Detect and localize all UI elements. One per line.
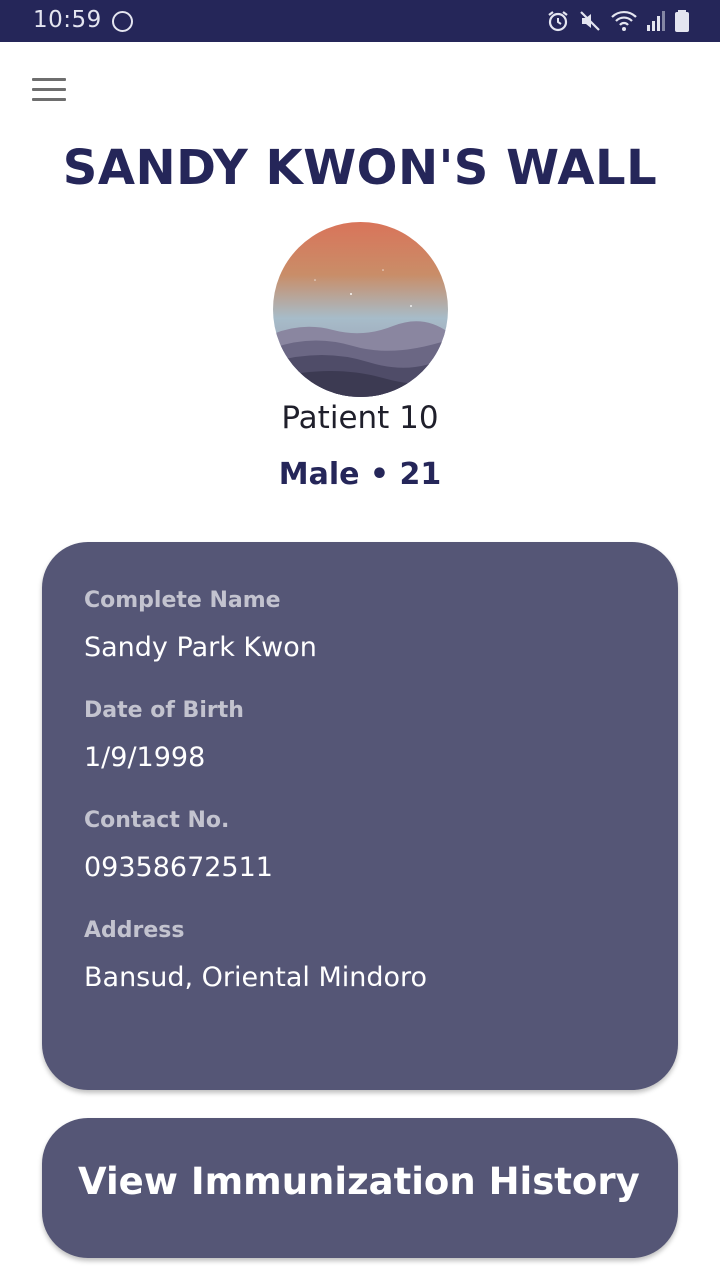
circle-notification-icon <box>112 11 133 32</box>
battery-icon <box>675 10 689 32</box>
complete-name-value: Sandy Park Kwon <box>84 632 317 663</box>
patient-gender-age: Male • 21 <box>278 457 442 492</box>
alarm-icon <box>548 11 568 32</box>
contact-no-value: 09358672511 <box>84 852 273 883</box>
patient-name: Patient 10 <box>281 400 439 436</box>
wifi-icon <box>611 10 637 31</box>
contact-no-label: Contact No. <box>84 808 230 833</box>
signal-icon <box>647 11 665 31</box>
address-label: Address <box>84 918 185 943</box>
address-value: Bansud, Oriental Mindoro <box>84 962 428 993</box>
hamburger-menu-icon[interactable] <box>32 78 66 102</box>
view-immunization-history-label: View Immunization History <box>78 1160 640 1203</box>
status-icons <box>546 8 690 34</box>
page-title: SANDY KWON'S WALL <box>62 140 658 196</box>
status-bar: 10:59 <box>0 0 720 42</box>
patient-details-card: Complete Name Sandy Park Kwon Date of Bi… <box>42 542 678 1090</box>
date-of-birth-value: 1/9/1998 <box>84 742 206 773</box>
date-of-birth-label: Date of Birth <box>84 698 244 723</box>
avatar <box>273 222 448 397</box>
mute-icon <box>580 11 600 31</box>
complete-name-label: Complete Name <box>84 588 281 613</box>
view-immunization-history-button[interactable]: View Immunization History <box>42 1118 678 1258</box>
status-time: 10:59 <box>33 7 102 33</box>
